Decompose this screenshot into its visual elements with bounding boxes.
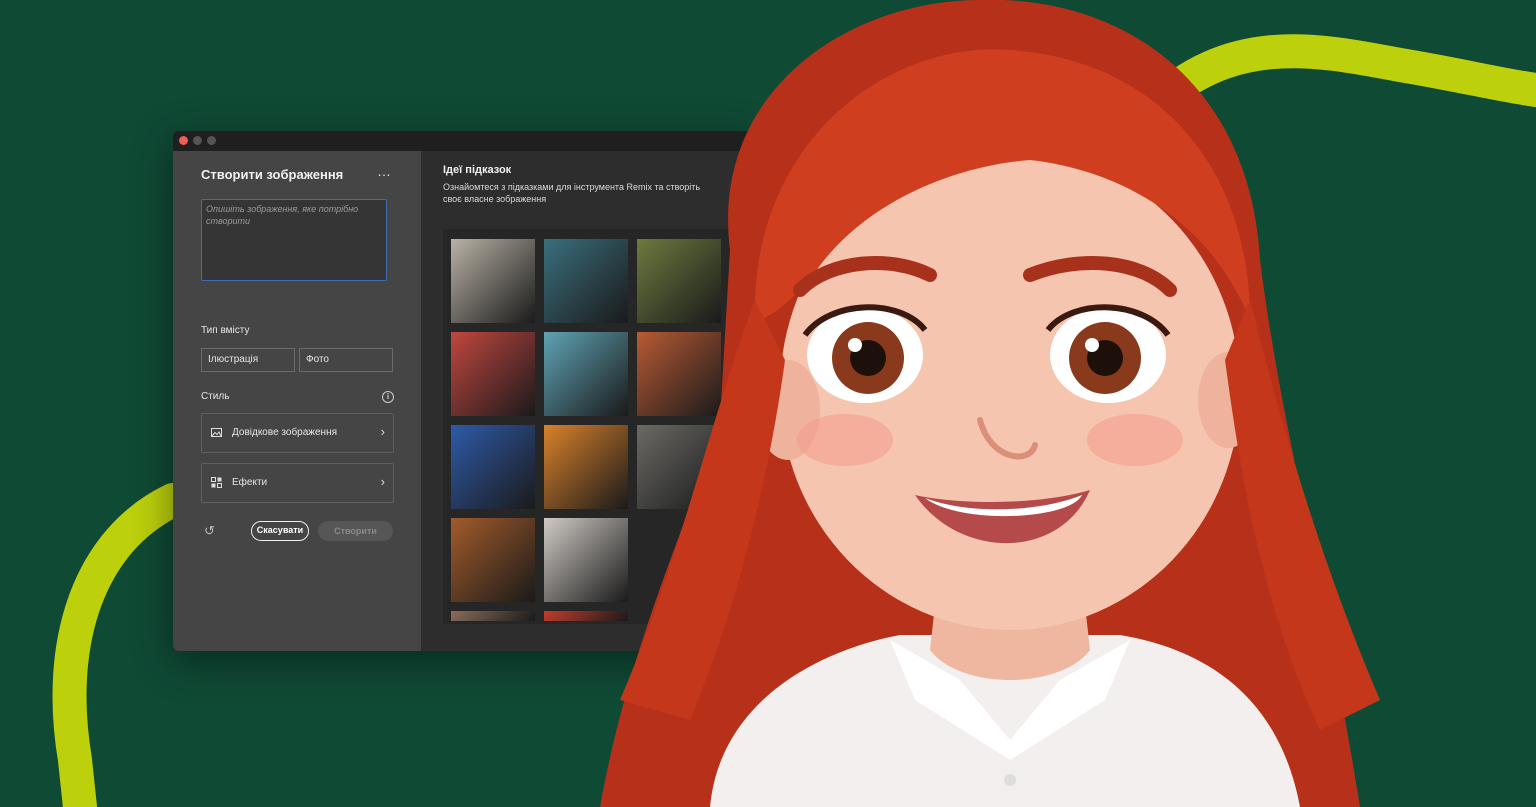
shirt-button	[1004, 774, 1016, 786]
reference-image-button[interactable]: Довідкове зображення ›	[201, 413, 394, 453]
effects-label: Ефекти	[232, 477, 268, 488]
right-cheek	[1087, 414, 1183, 466]
chevron-right-icon: ›	[380, 424, 385, 439]
cancel-button[interactable]: Скасувати	[251, 521, 309, 541]
create-panel: Створити зображення … Опишіть зображення…	[173, 151, 421, 651]
thumb-koala[interactable]	[451, 518, 535, 602]
more-options-icon[interactable]: …	[377, 163, 392, 179]
thumb-old-man-sketch[interactable]	[451, 239, 535, 323]
prompt-input[interactable]: Опишіть зображення, яке потрібно створит…	[201, 199, 387, 281]
left-cheek	[797, 414, 893, 466]
content-type-photo-button[interactable]: Фото	[299, 348, 393, 372]
effects-icon	[211, 477, 222, 488]
thumb-partial-1[interactable]	[451, 611, 535, 621]
thumb-afro-woman[interactable]	[451, 332, 535, 416]
create-button: Створити	[318, 521, 393, 541]
style-label: Стиль	[201, 391, 230, 402]
cartoon-woman-illustration	[600, 0, 1380, 807]
chevron-right-icon: ›	[380, 474, 385, 489]
thumb-floating-island[interactable]	[451, 425, 535, 509]
effects-button[interactable]: Ефекти ›	[201, 463, 394, 503]
accent-curve-left	[52, 483, 190, 807]
maximize-window-button[interactable]	[207, 136, 216, 145]
ideas-title: Ідеї підказок	[443, 164, 512, 176]
reference-image-label: Довідкове зображення	[232, 427, 337, 438]
content-type-label: Тип вмісту	[201, 325, 250, 336]
content-type-illustration-button[interactable]: Ілюстрація	[201, 348, 295, 372]
right-eye-highlight	[1085, 338, 1099, 352]
left-eye-highlight	[848, 338, 862, 352]
minimize-window-button[interactable]	[193, 136, 202, 145]
image-icon	[211, 428, 222, 437]
undo-icon[interactable]: ↺	[204, 523, 215, 539]
panel-title: Створити зображення	[201, 167, 344, 182]
close-window-button[interactable]	[179, 136, 188, 145]
info-icon[interactable]: i	[382, 391, 394, 403]
